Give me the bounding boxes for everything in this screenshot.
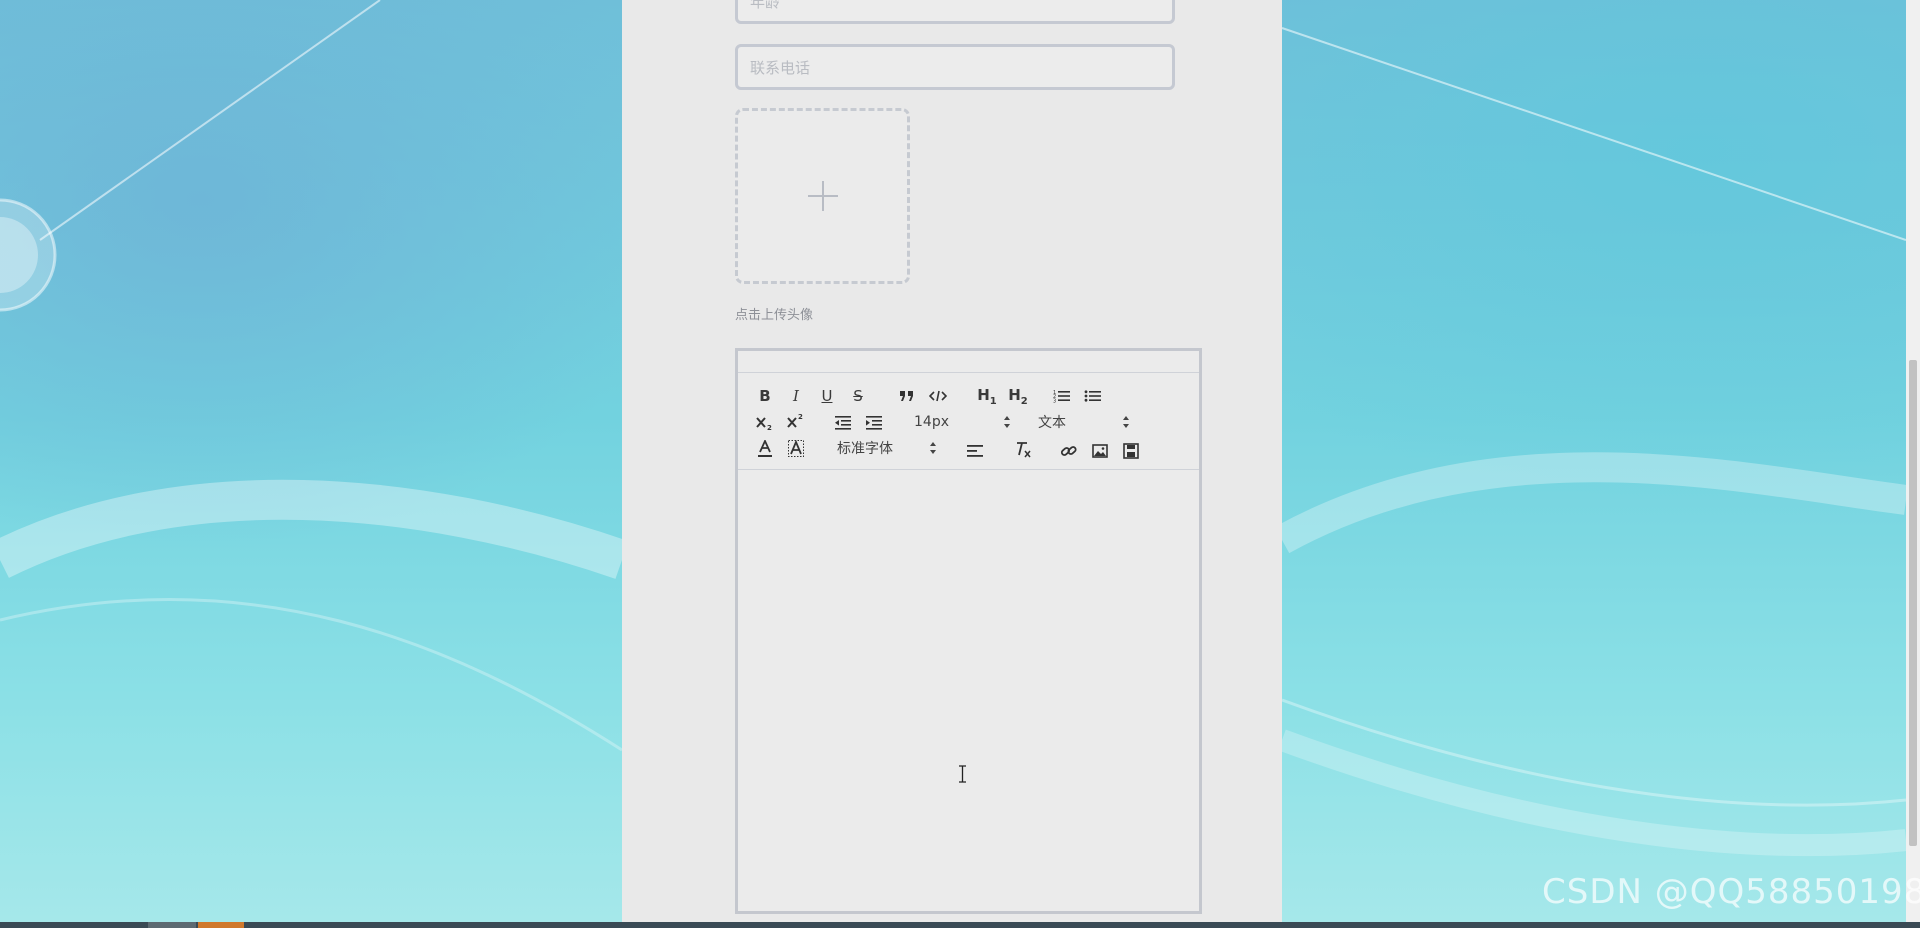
font-size-select[interactable]: 14px — [914, 411, 1011, 433]
taskbar-item[interactable] — [148, 922, 196, 928]
heading-1-icon[interactable]: H1 — [974, 385, 1000, 407]
strikethrough-icon[interactable]: S — [847, 386, 869, 406]
link-icon[interactable] — [1058, 441, 1080, 461]
avatar-upload-box[interactable] — [735, 108, 910, 284]
select-arrows-icon — [1123, 416, 1129, 428]
clear-format-icon[interactable] — [1012, 440, 1034, 460]
code-block-icon[interactable] — [927, 386, 949, 406]
image-icon[interactable] — [1089, 441, 1111, 461]
heading-1-label: H1 — [977, 385, 997, 407]
font-family-select[interactable]: 标准字体 — [837, 437, 937, 459]
form-panel: 年龄 联系电话 点击上传头像 B I U S H1 H2 1 2 3 2 2 1… — [622, 0, 1282, 922]
indent-icon[interactable] — [863, 413, 885, 433]
svg-text:2: 2 — [798, 413, 803, 421]
phone-field-placeholder: 联系电话 — [750, 58, 811, 77]
superscript-icon[interactable]: 2 — [785, 411, 807, 431]
heading-2-label: H2 — [1008, 385, 1028, 407]
taskbar — [0, 922, 1920, 928]
phone-field[interactable]: 联系电话 — [735, 44, 1175, 90]
heading-2-icon[interactable]: H2 — [1005, 385, 1031, 407]
editor-content-area[interactable] — [738, 470, 1199, 910]
svg-text:2: 2 — [767, 424, 772, 431]
outdent-icon[interactable] — [832, 413, 854, 433]
blockquote-icon[interactable] — [896, 386, 918, 406]
page-scrollbar[interactable] — [1906, 0, 1920, 922]
age-field[interactable]: 年龄 — [735, 0, 1175, 24]
editor-toolbar: B I U S H1 H2 123 2 2 14px 文本 标准字体 — [738, 373, 1199, 470]
rich-text-editor: B I U S H1 H2 123 2 2 14px 文本 标准字体 — [735, 348, 1202, 914]
italic-icon[interactable]: I — [785, 386, 807, 406]
header-type-select[interactable]: 文本 — [1038, 411, 1130, 433]
watermark: CSDN @QQ58850198 — [1542, 872, 1920, 912]
underline-icon[interactable]: U — [816, 386, 838, 406]
bullet-list-icon[interactable] — [1082, 386, 1104, 406]
subscript-icon[interactable]: 2 — [754, 413, 776, 433]
taskbar-item-active[interactable] — [198, 922, 244, 928]
age-field-placeholder: 年龄 — [750, 0, 781, 11]
background-color-icon[interactable] — [785, 439, 807, 459]
bold-icon[interactable]: B — [754, 386, 776, 406]
font-family-value: 标准字体 — [837, 441, 893, 457]
header-type-value: 文本 — [1038, 415, 1066, 431]
font-size-value: 14px — [914, 414, 949, 430]
ordered-list-icon[interactable]: 123 — [1051, 386, 1073, 406]
select-arrows-icon — [1004, 416, 1010, 428]
plus-icon — [807, 181, 838, 211]
svg-text:3: 3 — [1053, 399, 1056, 404]
scrollbar-thumb[interactable] — [1909, 360, 1917, 846]
align-left-icon[interactable] — [964, 441, 986, 461]
upload-avatar-label: 点击上传头像 — [735, 308, 814, 323]
font-color-icon[interactable] — [754, 439, 776, 459]
text-cursor-icon — [959, 765, 966, 783]
video-icon[interactable] — [1120, 441, 1142, 461]
select-arrows-icon — [930, 442, 936, 454]
editor-header-bar — [738, 351, 1199, 373]
